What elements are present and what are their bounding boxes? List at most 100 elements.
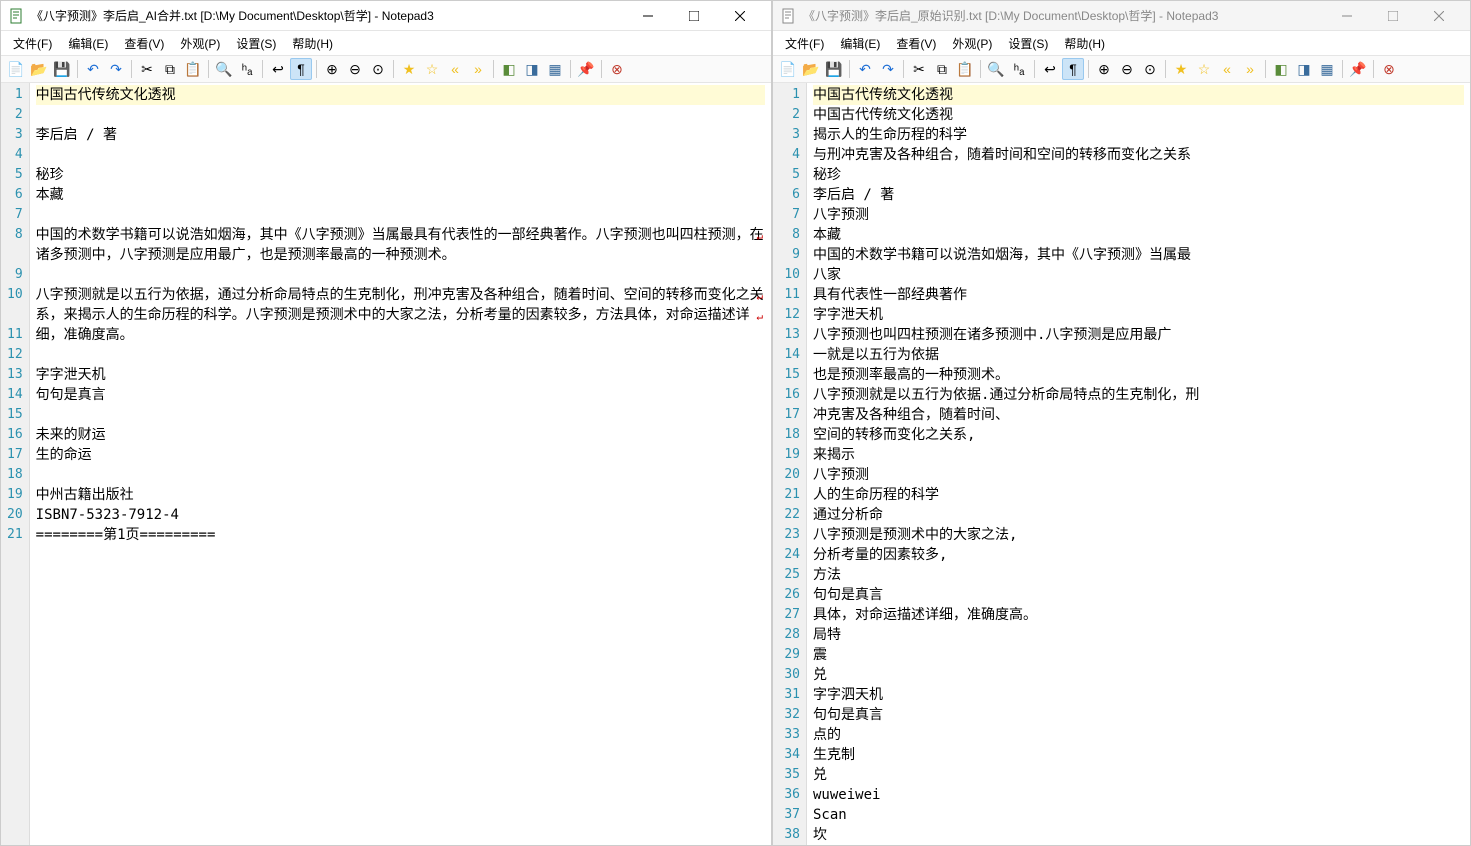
editor-right[interactable]: 1234567891011121314151617181920212223242…: [773, 83, 1470, 845]
text-content-right[interactable]: 中国古代传统文化透视中国古代传统文化透视揭示人的生命历程的科学与刑冲克害及各种组…: [807, 83, 1470, 845]
text-line[interactable]: 中国古代传统文化透视: [813, 85, 1464, 105]
text-line[interactable]: 通过分析命: [813, 505, 1464, 525]
text-line[interactable]: 八字预测也叫四柱预测在诸多预测中.八字预测是应用最广: [813, 325, 1464, 345]
text-line[interactable]: 句句是真言: [813, 705, 1464, 725]
text-line[interactable]: 中国的术数学书籍可以说浩如烟海，其中《八字预测》当属最: [813, 245, 1464, 265]
text-line[interactable]: 句句是真言: [36, 385, 765, 405]
whitespace-icon[interactable]: ¶: [290, 58, 312, 80]
new-file-icon[interactable]: 📄: [777, 58, 799, 80]
text-line[interactable]: 兑: [813, 765, 1464, 785]
whitespace-icon[interactable]: ¶: [1062, 58, 1084, 80]
menu-view[interactable]: 查看(V): [888, 33, 944, 54]
paste-icon[interactable]: 📋: [954, 58, 976, 80]
text-line[interactable]: 生的命运: [36, 445, 765, 465]
save-icon[interactable]: 💾: [51, 58, 73, 80]
text-line[interactable]: 八字预测是预测术中的大家之法,: [813, 525, 1464, 545]
new-file-icon[interactable]: 📄: [5, 58, 27, 80]
titlebar-right[interactable]: 《八字预测》李后启_原始识别.txt [D:\My Document\Deskt…: [773, 1, 1470, 31]
text-line[interactable]: 兑: [813, 665, 1464, 685]
text-line[interactable]: [36, 145, 765, 165]
text-line[interactable]: 本藏: [813, 225, 1464, 245]
minimize-button[interactable]: [625, 1, 671, 31]
word-wrap-icon[interactable]: ↩: [267, 58, 289, 80]
text-line[interactable]: 字字泗天机: [813, 685, 1464, 705]
text-line[interactable]: [36, 205, 765, 225]
undo-icon[interactable]: ↶: [82, 58, 104, 80]
text-line[interactable]: wuweiwei: [813, 785, 1464, 805]
menu-help[interactable]: 帮助(H): [1056, 33, 1113, 54]
text-line[interactable]: 一就是以五行为依据: [813, 345, 1464, 365]
text-line[interactable]: 中国古代传统文化透视: [36, 85, 765, 105]
text-line[interactable]: 方法: [813, 565, 1464, 585]
menu-settings[interactable]: 设置(S): [1000, 33, 1056, 54]
redo-icon[interactable]: ↷: [877, 58, 899, 80]
text-line[interactable]: 八字预测就是以五行为依据，通过分析命局特点的生克制化，刑冲克害及各种组合，随着时…: [36, 285, 765, 345]
text-line[interactable]: 空间的转移而变化之关系,: [813, 425, 1464, 445]
menu-view[interactable]: 查看(V): [116, 33, 172, 54]
zoom-out-icon[interactable]: ⊖: [344, 58, 366, 80]
menu-settings[interactable]: 设置(S): [228, 33, 284, 54]
text-line[interactable]: [36, 105, 765, 125]
text-line[interactable]: 具有代表性一部经典著作: [813, 285, 1464, 305]
redo-icon[interactable]: ↷: [105, 58, 127, 80]
word-wrap-icon[interactable]: ↩: [1039, 58, 1061, 80]
bookmark-star-icon[interactable]: ★: [1170, 58, 1192, 80]
copy-icon[interactable]: ⧉: [159, 58, 181, 80]
text-line[interactable]: 来揭示: [813, 445, 1464, 465]
bookmark-prev-icon[interactable]: «: [1216, 58, 1238, 80]
cut-icon[interactable]: ✂: [136, 58, 158, 80]
marker1-icon[interactable]: ◧: [1270, 58, 1292, 80]
text-line[interactable]: 八字预测就是以五行为依据.通过分析命局特点的生克制化，刑: [813, 385, 1464, 405]
bookmark-next-icon[interactable]: »: [1239, 58, 1261, 80]
cut-icon[interactable]: ✂: [908, 58, 930, 80]
text-line[interactable]: 中国古代传统文化透视: [813, 105, 1464, 125]
bookmark-add-icon[interactable]: ☆: [1193, 58, 1215, 80]
text-line[interactable]: ========第1页=========: [36, 525, 765, 545]
text-content-left[interactable]: 中国古代传统文化透视李后启 / 著秘珍本藏中国的术数学书籍可以说浩如烟海，其中《…: [30, 83, 771, 845]
close-button[interactable]: [717, 1, 763, 31]
marker2-icon[interactable]: ◨: [1293, 58, 1315, 80]
zoom-out-icon[interactable]: ⊖: [1116, 58, 1138, 80]
text-line[interactable]: 点的: [813, 725, 1464, 745]
zoom-in-icon[interactable]: ⊕: [1093, 58, 1115, 80]
text-line[interactable]: [36, 465, 765, 485]
close-file-icon[interactable]: ⊗: [606, 58, 628, 80]
editor-left[interactable]: 123456789101112131415161718192021 中国古代传统…: [1, 83, 771, 845]
menu-edit[interactable]: 编辑(E): [832, 33, 888, 54]
text-line[interactable]: 具体，对命运描述详细，准确度高。: [813, 605, 1464, 625]
text-line[interactable]: 李后启 / 著: [813, 185, 1464, 205]
replace-icon[interactable]: ʰₐ: [236, 58, 258, 80]
pin-icon[interactable]: 📌: [575, 58, 597, 80]
text-line[interactable]: 也是预测率最高的一种预测术。: [813, 365, 1464, 385]
menu-help[interactable]: 帮助(H): [284, 33, 341, 54]
text-line[interactable]: 分析考量的因素较多,: [813, 545, 1464, 565]
text-line[interactable]: 句句是真言: [813, 585, 1464, 605]
bookmark-next-icon[interactable]: »: [467, 58, 489, 80]
text-line[interactable]: 人的生命历程的科学: [813, 485, 1464, 505]
menu-appearance[interactable]: 外观(P): [944, 33, 1000, 54]
text-line[interactable]: 冲克害及各种组合，随着时间、: [813, 405, 1464, 425]
bookmark-star-icon[interactable]: ★: [398, 58, 420, 80]
menu-appearance[interactable]: 外观(P): [172, 33, 228, 54]
text-line[interactable]: 字字泄天机: [813, 305, 1464, 325]
text-line[interactable]: 秘珍: [36, 165, 765, 185]
zoom-reset-icon[interactable]: ⊙: [367, 58, 389, 80]
text-line[interactable]: ISBN7-5323-7912-4: [36, 505, 765, 525]
open-file-icon[interactable]: 📂: [800, 58, 822, 80]
text-line[interactable]: 八字预测: [813, 465, 1464, 485]
close-button[interactable]: [1416, 1, 1462, 31]
text-line[interactable]: [36, 545, 765, 565]
text-line[interactable]: 与刑冲克害及各种组合，随着时间和空间的转移而变化之关系: [813, 145, 1464, 165]
text-line[interactable]: 中州古籍出版社: [36, 485, 765, 505]
open-file-icon[interactable]: 📂: [28, 58, 50, 80]
text-line[interactable]: [36, 345, 765, 365]
maximize-button[interactable]: [671, 1, 717, 31]
text-line[interactable]: [36, 265, 765, 285]
close-file-icon[interactable]: ⊗: [1378, 58, 1400, 80]
text-line[interactable]: [36, 405, 765, 425]
text-line[interactable]: 八家: [813, 265, 1464, 285]
bookmark-prev-icon[interactable]: «: [444, 58, 466, 80]
pin-icon[interactable]: 📌: [1347, 58, 1369, 80]
copy-icon[interactable]: ⧉: [931, 58, 953, 80]
marker3-icon[interactable]: ▦: [1316, 58, 1338, 80]
